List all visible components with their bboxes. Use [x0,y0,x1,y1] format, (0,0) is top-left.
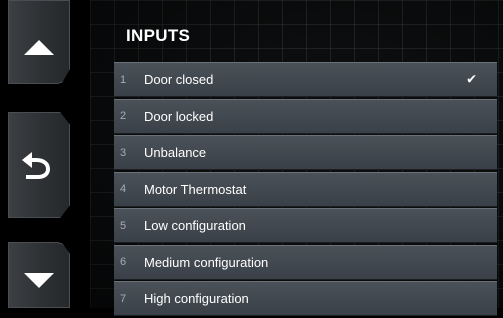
row-number: 5 [120,219,127,232]
input-row-unbalance[interactable]: 3 Unbalance [114,135,497,170]
row-label: Low configuration [144,218,246,233]
row-number: 6 [120,256,127,268]
input-row-motor-thermostat[interactable]: 4 Motor Thermostat [114,171,497,207]
inputs-list: 1 Door closed ✔ 2 Door locked 3 Unbalanc… [114,62,497,318]
row-label: Door closed [144,72,214,87]
back-button[interactable] [8,112,70,218]
undo-arrow-icon [22,152,51,179]
row-number: 7 [120,292,127,305]
row-number: 1 [120,73,127,86]
scroll-up-button[interactable] [8,0,70,84]
row-label: Door locked [144,108,214,124]
input-row-door-closed[interactable]: 1 Door closed ✔ [114,62,497,97]
row-number: 2 [120,110,127,122]
row-number: 3 [120,146,127,159]
input-row-door-locked[interactable]: 2 Door locked [114,98,497,134]
input-row-low-configuration[interactable]: 5 Low configuration [114,208,497,243]
triangle-up-icon [24,39,54,55]
side-navigation-panel [0,0,90,308]
row-label: High configuration [144,291,249,306]
row-number: 4 [120,183,127,195]
input-row-high-configuration[interactable]: 7 High configuration [114,281,497,316]
page-title: INPUTS [126,26,191,45]
row-label: Motor Thermostat [144,181,247,197]
row-label: Medium configuration [144,254,269,270]
triangle-down-icon [24,272,54,288]
scroll-down-button[interactable] [8,242,70,308]
row-label: Unbalance [144,145,207,160]
checkmark-icon: ✔ [466,72,477,87]
main-content: INPUTS 1 Door closed ✔ 2 Door locked 3 U… [90,0,503,316]
input-row-medium-configuration[interactable]: 6 Medium configuration [114,244,497,280]
